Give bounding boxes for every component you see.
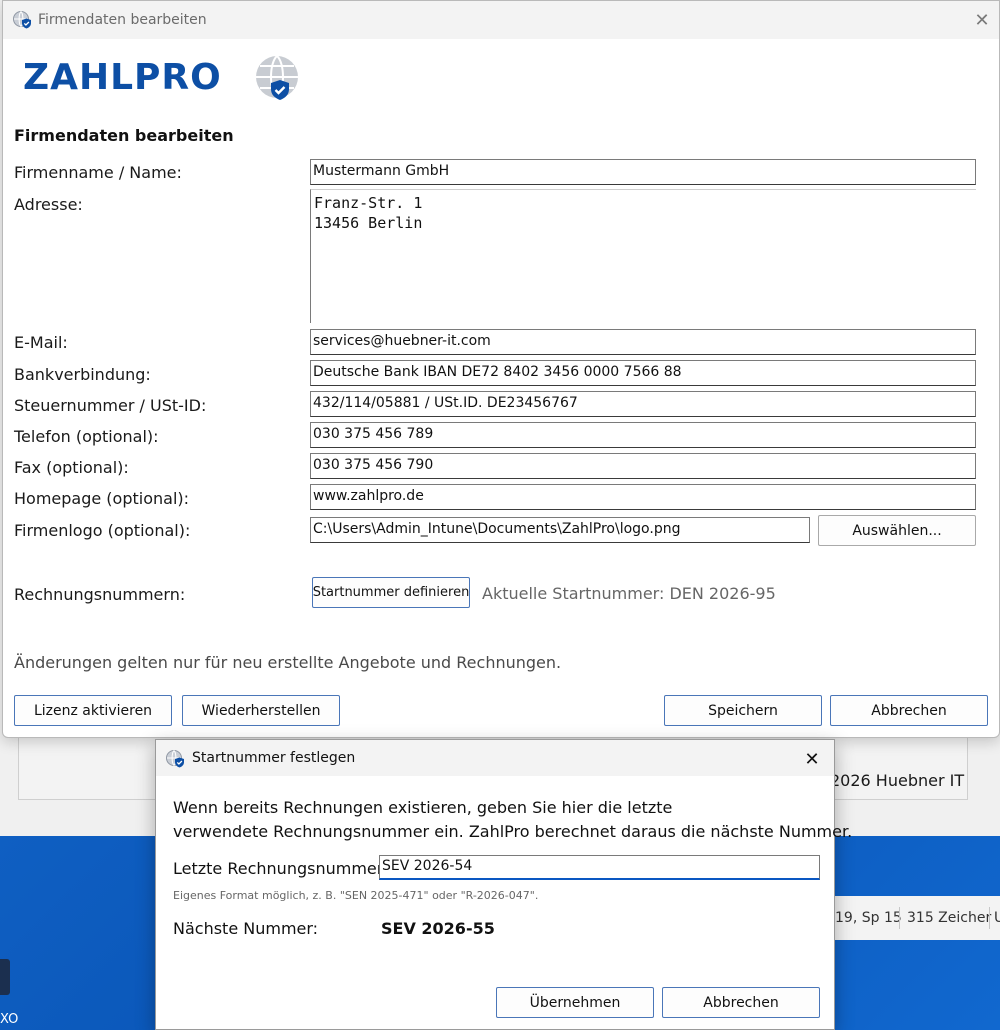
next-number-value: SEV 2026-55	[381, 919, 495, 938]
status-encoding: U	[994, 910, 1000, 926]
form-heading: Firmendaten bearbeiten	[14, 126, 234, 145]
restore-button[interactable]: Wiederherstellen	[182, 695, 340, 726]
last-invoice-number-input[interactable]: SEV 2026-54	[379, 855, 820, 880]
description-line: verwendete Rechnungsnummer ein. ZahlPro …	[173, 822, 853, 841]
window-title: Firmendaten bearbeiten	[38, 12, 207, 28]
dialog-description: Wenn bereits Rechnungen existieren, gebe…	[173, 796, 853, 844]
title-bar[interactable]: Firmendaten bearbeiten ✕	[3, 1, 999, 39]
tax-label: Steuernummer / USt-ID:	[14, 396, 207, 415]
company-name-input[interactable]: Mustermann GmbH	[310, 159, 976, 185]
cancel-button[interactable]: Abbrechen	[830, 695, 988, 726]
title-bar[interactable]: Startnummer festlegen ✕	[156, 740, 834, 776]
logo-path-input[interactable]: C:\Users\Admin_Intune\Documents\ZahlPro\…	[310, 517, 810, 543]
phone-label: Telefon (optional):	[14, 427, 159, 446]
status-divider	[989, 907, 990, 929]
changes-hint: Änderungen gelten nur für neu erstellte …	[14, 653, 562, 672]
activate-license-button[interactable]: Lizenz aktivieren	[14, 695, 172, 726]
company-name-label: Firmenname / Name:	[14, 163, 182, 182]
description-line: Wenn bereits Rechnungen existieren, gebe…	[173, 798, 673, 817]
email-input[interactable]: services@huebner-it.com	[310, 329, 976, 355]
current-start-number-info: Aktuelle Startnummer: DEN 2026-95	[482, 584, 776, 603]
format-hint: Eigenes Format möglich, z. B. "SEN 2025-…	[173, 889, 539, 902]
close-icon[interactable]: ✕	[966, 5, 998, 35]
tax-input[interactable]: 432/114/05881 / USt.ID. DE23456767	[310, 391, 976, 417]
homepage-input[interactable]: www.zahlpro.de	[310, 484, 976, 510]
next-number-label: Nächste Nummer:	[173, 919, 319, 938]
address-label: Adresse:	[14, 195, 83, 214]
bank-input[interactable]: Deutsche Bank IBAN DE72 8402 3456 0000 7…	[310, 360, 976, 386]
close-icon[interactable]: ✕	[796, 744, 828, 774]
logo-wordmark: ZAHLPRO	[23, 57, 222, 98]
status-cursor-position: 19, Sp 15	[835, 910, 902, 926]
globe-shield-icon	[165, 749, 185, 769]
email-label: E-Mail:	[14, 333, 68, 352]
dialog-title: Startnummer festlegen	[192, 750, 356, 766]
start-number-dialog: Startnummer festlegen ✕ Wenn bereits Rec…	[155, 739, 853, 1030]
fax-label: Fax (optional):	[14, 458, 129, 477]
define-start-number-button[interactable]: Startnummer definieren	[312, 577, 470, 608]
choose-logo-button[interactable]: Auswählen...	[818, 515, 976, 546]
save-button[interactable]: Speichern	[664, 695, 822, 726]
phone-input[interactable]: 030 375 456 789	[310, 422, 976, 448]
desktop-shortcut-label: XO	[0, 1012, 19, 1027]
bank-label: Bankverbindung:	[14, 365, 151, 384]
apply-button[interactable]: Übernehmen	[496, 987, 654, 1018]
status-char-count: 315 Zeicher	[907, 910, 992, 926]
fax-input[interactable]: 030 375 456 790	[310, 453, 976, 479]
desktop-shortcut-icon[interactable]	[0, 955, 18, 1000]
address-textarea[interactable]: Franz-Str. 1 13456 Berlin	[310, 189, 976, 323]
background-copyright: 2026 Huebner IT	[830, 771, 965, 790]
homepage-label: Homepage (optional):	[14, 489, 190, 508]
status-divider	[899, 907, 900, 929]
logo-path-label: Firmenlogo (optional):	[14, 521, 191, 540]
invoice-numbers-label: Rechnungsnummern:	[14, 585, 186, 604]
cancel-button[interactable]: Abbrechen	[662, 987, 820, 1018]
globe-shield-logo-icon	[256, 55, 298, 100]
globe-shield-icon	[12, 10, 32, 30]
last-invoice-number-label: Letzte Rechnungsnummer:	[173, 859, 389, 878]
